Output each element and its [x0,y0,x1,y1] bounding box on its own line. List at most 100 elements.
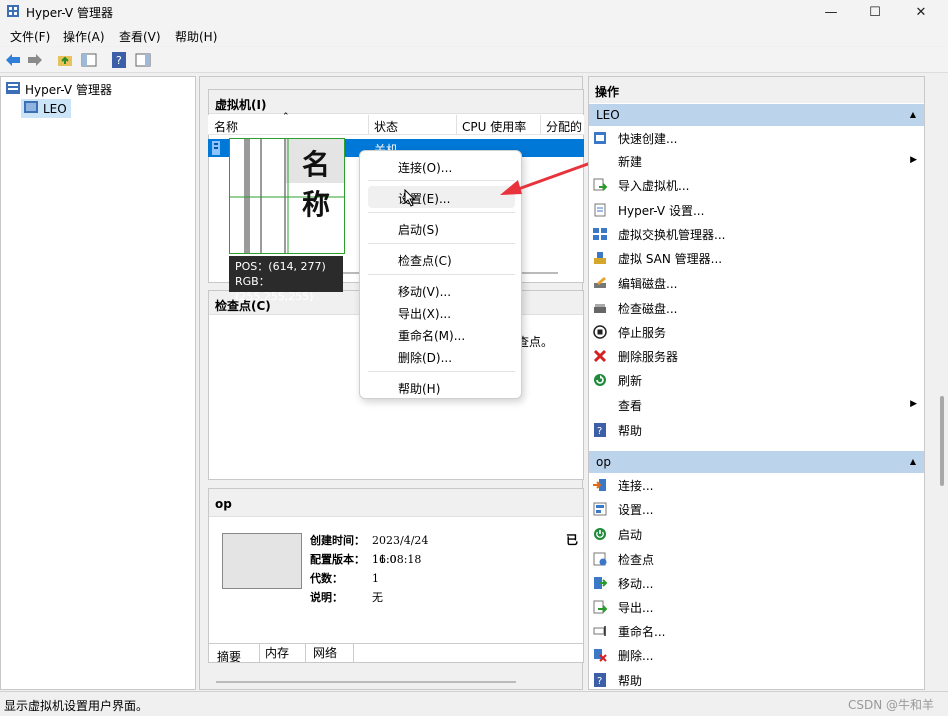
ctx-connect[interactable]: 连接(O)... [368,155,515,177]
action-view[interactable]: 查看 ▶ [593,394,921,416]
tab-network[interactable]: 网络 [313,644,337,661]
tab-summary[interactable]: 摘要 [217,648,241,662]
toolbar: ? [0,47,948,73]
rename-icon [593,624,607,638]
server-icon [23,100,39,117]
tree-root-hyperv-manager[interactable]: Hyper-V 管理器 [5,81,112,98]
title-bar: Hyper-V 管理器 — ☐ ✕ [0,0,948,24]
actions-group-op[interactable]: op ▲ [589,451,924,473]
move-icon [593,576,607,590]
ctx-delete[interactable]: 删除(D)... [368,345,515,367]
menu-view[interactable]: 查看(V) [119,28,161,45]
ctx-separator [368,212,515,213]
pixel-info-tooltip: POS：(614, 277) RGB：(255,255,255) [229,256,343,303]
action-vm-start[interactable]: 启动 [593,523,921,545]
action-vm-checkpoint-label: 检查点 [618,552,655,567]
tab-divider [259,644,260,662]
show-hide-action-pane-icon[interactable] [134,51,152,69]
actions-title: 操作 [589,77,924,103]
collapse-up-icon[interactable]: ▲ [910,110,916,119]
svg-text:?: ? [116,54,122,67]
actions-scrollbar[interactable] [936,76,948,690]
ctx-separator [368,274,515,275]
tab-divider [305,644,306,662]
show-hide-tree-icon[interactable] [80,51,98,69]
help-icon[interactable]: ? [110,51,128,69]
actions-group-leo-label: LEO [596,108,620,122]
action-vm-export[interactable]: 导出... [593,596,921,618]
action-remove-server[interactable]: 删除服务器 [593,345,921,367]
action-vm-rename-label: 重命名... [618,624,666,639]
status-bar: 显示虚拟机设置用户界面。 CSDN @牛和羊 [0,691,948,716]
action-vm-checkpoint[interactable]: 检查点 [593,548,921,570]
action-import-vm-label: 导入虚拟机... [618,178,690,193]
action-virtual-san-manager[interactable]: 虚拟 SAN 管理器... [593,247,921,269]
stop-service-icon [593,325,607,339]
ctx-separator [368,371,515,372]
action-edit-disk[interactable]: 编辑磁盘... [593,272,921,294]
details-vm-name: op [209,489,583,517]
maximize-button[interactable]: ☐ [852,0,898,24]
quick-create-icon [593,131,607,145]
action-help-host[interactable]: ? 帮助 [593,419,921,441]
center-bottom-scrollbar[interactable] [216,681,516,683]
close-button[interactable]: ✕ [898,0,944,24]
tree-item-host-leo[interactable]: LEO [21,99,71,118]
action-help-vm[interactable]: ? 帮助 [593,669,921,691]
menu-help[interactable]: 帮助(H) [175,28,217,45]
tooltip-rgb: RGB：(255,255,255) [235,275,314,303]
action-quick-create[interactable]: 快速创建... [593,127,921,149]
pixel-magnifier: 名称 [229,138,345,254]
settings-doc-icon [593,203,607,217]
vm-details-panel: op 创建时间： 2023/4/24 16:08:18 配置版本： 11.0 代数：… [208,488,584,663]
action-refresh[interactable]: 刷新 [593,369,921,391]
actions-pane: 操作 LEO ▲ 快速创建... 新建 ▶ 导入虚拟机... Hyper-V 设… [588,76,925,690]
ctx-settings[interactable]: 设置(E)... [368,186,515,208]
action-vm-connect[interactable]: 连接... [593,474,921,496]
svg-text:?: ? [597,676,602,687]
tab-memory[interactable]: 内存 [265,644,289,661]
watermark: CSDN @牛和羊 [847,698,934,712]
ctx-rename[interactable]: 重命名(M)... [368,323,515,345]
config-version-value: 11.0 [372,553,397,566]
actions-group-leo[interactable]: LEO ▲ [589,104,924,126]
ctx-move[interactable]: 移动(V)... [368,279,515,301]
action-virtual-switch-manager[interactable]: 虚拟交换机管理器... [593,223,921,245]
menu-action[interactable]: 操作(A) [63,28,105,45]
action-new[interactable]: 新建 ▶ [593,150,921,172]
ctx-export[interactable]: 导出(X)... [368,301,515,323]
action-hyperv-settings[interactable]: Hyper-V 设置... [593,199,921,221]
generation-value: 1 [372,572,379,585]
back-arrow-icon[interactable] [4,51,22,69]
action-import-vm[interactable]: 导入虚拟机... [593,174,921,196]
collapse-up-icon[interactable]: ▲ [910,457,916,466]
ctx-start[interactable]: 启动(S) [368,217,515,239]
action-stop-service[interactable]: 停止服务 [593,321,921,343]
action-vm-settings[interactable]: 设置... [593,498,921,520]
action-vm-connect-label: 连接... [618,478,654,493]
actions-scrollbar-thumb[interactable] [940,396,944,486]
import-vm-icon [593,178,607,192]
notes-value: 无 [372,591,383,604]
actions-group-op-label: op [596,455,611,469]
action-vm-move[interactable]: 移动... [593,572,921,594]
action-vm-export-label: 导出... [618,600,654,615]
menu-file[interactable]: 文件(F) [10,28,50,45]
action-help-vm-label: 帮助 [618,673,643,688]
vm-thumbnail [222,533,302,589]
magnified-column-text: 名称 [302,148,330,221]
action-vm-rename[interactable]: 重命名... [593,620,921,642]
blank-icon [593,398,607,412]
details-fields: 创建时间： 2023/4/24 16:08:18 配置版本： 11.0 代数： 1 说… [310,531,428,607]
ctx-separator [368,243,515,244]
up-folder-icon[interactable] [56,51,74,69]
minimize-button[interactable]: — [808,0,854,24]
generation-label: 代数： [310,572,343,585]
navigation-tree: Hyper-V 管理器 LEO [0,76,196,690]
forward-arrow-icon[interactable] [26,51,44,69]
ctx-help[interactable]: 帮助(H) [368,376,515,398]
action-vm-delete[interactable]: 删除... [593,644,921,666]
edit-disk-icon [593,276,607,290]
ctx-checkpoint[interactable]: 检查点(C) [368,248,515,270]
action-inspect-disk[interactable]: 检查磁盘... [593,297,921,319]
